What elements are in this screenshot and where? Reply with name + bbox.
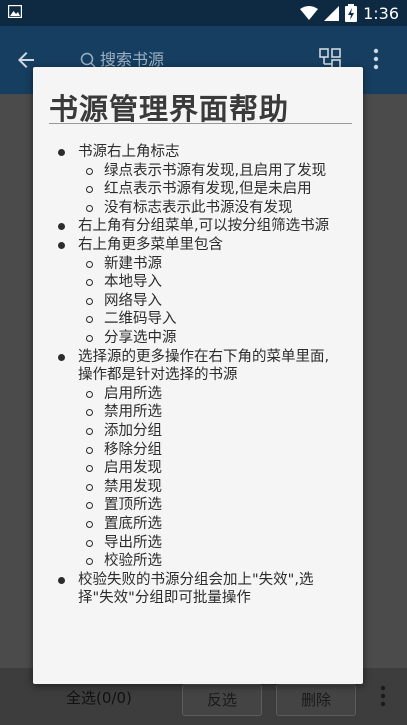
gallery-notification-icon <box>8 5 22 18</box>
bullet-circle-icon <box>86 447 93 454</box>
bullet-circle-icon <box>86 279 93 286</box>
status-bar: 1:36 <box>0 0 407 26</box>
help-list-item: 没有标志表示此书源没有发现 <box>104 200 293 216</box>
help-list-item: 绿点表示书源有发现,且启用了发现 <box>104 163 327 179</box>
dialog-title: 书源管理界面帮助 <box>49 92 290 126</box>
help-list-item: 启用所选 <box>104 386 162 402</box>
bullet-circle-icon <box>86 428 93 435</box>
help-list-item: 操作都是针对选择的书源 <box>78 367 238 383</box>
help-list-item: 移除分组 <box>104 442 162 458</box>
wifi-icon <box>300 6 319 20</box>
bullet-circle-icon <box>86 465 93 472</box>
help-list-item: 择"失效"分组即可批量操作 <box>78 590 251 606</box>
help-list-item: 选择源的更多操作在右下角的菜单里面, <box>78 349 330 365</box>
help-list-item: 红点表示书源有发现,但是未启用 <box>104 181 312 197</box>
bullet-dot-icon <box>58 223 65 230</box>
help-list-item: 禁用发现 <box>104 479 162 495</box>
invert-selection-button[interactable]: 反选 <box>182 684 262 716</box>
bullet-circle-icon <box>86 186 93 193</box>
bottom-more-icon[interactable] <box>378 683 388 709</box>
bullet-circle-icon <box>86 391 93 398</box>
bullet-circle-icon <box>86 502 93 509</box>
bullet-circle-icon <box>86 521 93 528</box>
cell-signal-icon <box>324 5 340 21</box>
help-list-item: 分享选中源 <box>104 330 177 346</box>
help-list-item: 添加分组 <box>104 423 162 439</box>
help-list-item: 校验失败的书源分组会加上"失效",选 <box>78 572 314 588</box>
help-list-item: 本地导入 <box>104 274 162 290</box>
bullet-circle-icon <box>86 540 93 547</box>
bullet-circle-icon <box>86 298 93 305</box>
help-list-item: 右上角更多菜单里包含 <box>78 237 223 253</box>
help-list-item: 禁用所选 <box>104 404 162 420</box>
help-list-item: 置顶所选 <box>104 497 162 513</box>
help-list-item: 新建书源 <box>104 256 162 272</box>
help-list-item: 导出所选 <box>104 535 162 551</box>
help-list-item: 启用发现 <box>104 460 162 476</box>
bullet-circle-icon <box>86 205 93 212</box>
bullet-dot-icon <box>58 242 65 249</box>
help-list-item: 书源右上角标志 <box>78 144 180 160</box>
clock: 1:36 <box>363 3 399 23</box>
bullet-dot-icon <box>58 354 65 361</box>
bullet-circle-icon <box>86 558 93 565</box>
title-divider <box>49 123 352 124</box>
help-list-item: 校验所选 <box>104 553 162 569</box>
help-list-item: 置底所选 <box>104 516 162 532</box>
select-all-label[interactable]: 全选(0/0) <box>66 687 132 708</box>
help-list-item: 右上角有分组菜单,可以按分组筛选书源 <box>78 218 330 234</box>
bullet-circle-icon <box>86 409 93 416</box>
bullet-dot-icon <box>58 149 65 156</box>
bullet-dot-icon <box>58 577 65 584</box>
bullet-circle-icon <box>86 484 93 491</box>
bullet-circle-icon <box>86 316 93 323</box>
bullet-circle-icon <box>86 261 93 268</box>
bullet-circle-icon <box>86 168 93 175</box>
search-icon <box>80 52 96 68</box>
help-list-item: 网络导入 <box>104 293 162 309</box>
bullet-circle-icon <box>86 335 93 342</box>
help-list-item: 二维码导入 <box>104 311 177 327</box>
delete-button[interactable]: 删除 <box>276 684 356 716</box>
battery-charging-icon <box>345 4 358 22</box>
more-vert-icon[interactable] <box>370 46 382 72</box>
